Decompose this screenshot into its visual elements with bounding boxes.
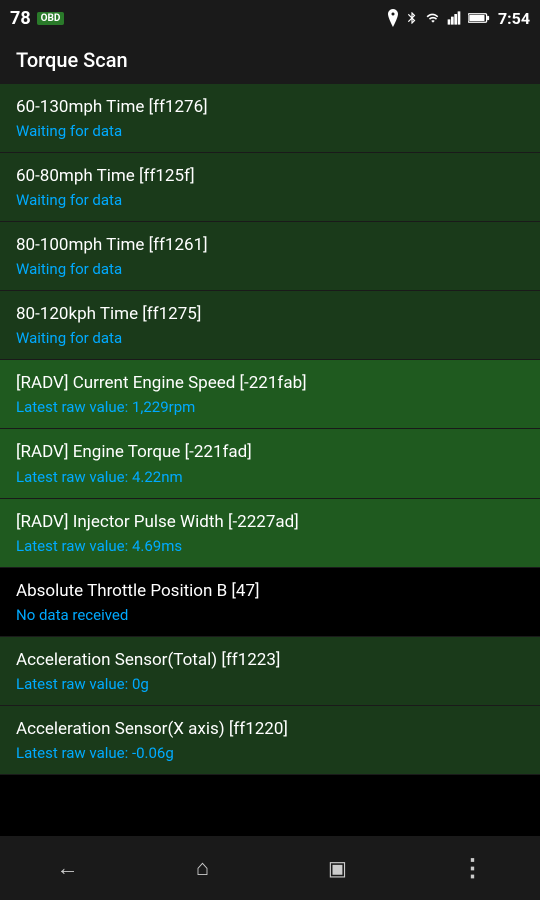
status-icons bbox=[386, 9, 490, 27]
item-value: Latest raw value: 4.22nm bbox=[16, 468, 524, 486]
item-title: 60-80mph Time [ff125f] bbox=[16, 165, 524, 187]
item-value: No data received bbox=[16, 606, 524, 624]
item-title: 60-130mph Time [ff1276] bbox=[16, 96, 524, 118]
list-item[interactable]: [RADV] Current Engine Speed [-221fab] Lat… bbox=[0, 360, 540, 429]
status-right: 7:54 bbox=[386, 9, 530, 28]
list-item[interactable]: 80-120kph Time [ff1275] Waiting for data bbox=[0, 291, 540, 360]
more-button[interactable] bbox=[443, 846, 503, 890]
home-button[interactable] bbox=[173, 846, 233, 890]
list-item[interactable]: Acceleration Sensor(X axis) [ff1220] Late… bbox=[0, 706, 540, 775]
item-title: Acceleration Sensor(X axis) [ff1220] bbox=[16, 718, 524, 740]
location-icon bbox=[386, 9, 400, 27]
item-title: Acceleration Sensor(Total) [ff1223] bbox=[16, 649, 524, 671]
scan-list: 60-130mph Time [ff1276]Waiting for data6… bbox=[0, 84, 540, 836]
battery-icon bbox=[468, 12, 490, 24]
item-value: Latest raw value: 4.69ms bbox=[16, 537, 524, 555]
item-value: Latest raw value: 1,229rpm bbox=[16, 398, 524, 416]
bluetooth-icon bbox=[405, 9, 419, 27]
wifi-icon bbox=[424, 11, 442, 25]
item-title: Absolute Throttle Position B [47] bbox=[16, 580, 524, 602]
item-value: Waiting for data bbox=[16, 191, 524, 209]
list-item[interactable]: 80-100mph Time [ff1261] Waiting for data bbox=[0, 222, 540, 291]
status-number: 78 bbox=[10, 8, 31, 29]
list-item[interactable]: Acceleration Sensor(Total) [ff1223] Lates… bbox=[0, 637, 540, 706]
item-title: [RADV] Engine Torque [-221fad] bbox=[16, 441, 524, 463]
status-time: 7:54 bbox=[498, 9, 530, 28]
page-title: Torque Scan bbox=[16, 48, 128, 72]
list-item[interactable]: 60-130mph Time [ff1276] Waiting for data bbox=[0, 84, 540, 153]
item-value: Latest raw value: -0.06g bbox=[16, 744, 524, 762]
signal-icon bbox=[447, 10, 463, 26]
nav-bar bbox=[0, 836, 540, 900]
item-value: Waiting for data bbox=[16, 329, 524, 347]
item-value: Waiting for data bbox=[16, 260, 524, 278]
list-item[interactable]: Absolute Throttle Position B [47] No data… bbox=[0, 568, 540, 637]
item-value: Waiting for data bbox=[16, 122, 524, 140]
item-title: [RADV] Current Engine Speed [-221fab] bbox=[16, 372, 524, 394]
back-button[interactable] bbox=[38, 846, 98, 890]
obd-badge: OBD bbox=[37, 12, 65, 25]
recents-button[interactable] bbox=[308, 846, 368, 890]
item-value: Latest raw value: 0g bbox=[16, 675, 524, 693]
list-item[interactable]: [RADV] Engine Torque [-221fad] Latest raw… bbox=[0, 429, 540, 498]
list-item[interactable]: [RADV] Injector Pulse Width [-2227ad] Lat… bbox=[0, 499, 540, 568]
status-left: 78 OBD bbox=[10, 8, 64, 29]
item-title: [RADV] Injector Pulse Width [-2227ad] bbox=[16, 511, 524, 533]
item-title: 80-120kph Time [ff1275] bbox=[16, 303, 524, 325]
item-title: 80-100mph Time [ff1261] bbox=[16, 234, 524, 256]
list-item[interactable]: 60-80mph Time [ff125f] Waiting for data bbox=[0, 153, 540, 222]
status-bar: 78 OBD bbox=[0, 0, 540, 36]
title-bar: Torque Scan bbox=[0, 36, 540, 84]
